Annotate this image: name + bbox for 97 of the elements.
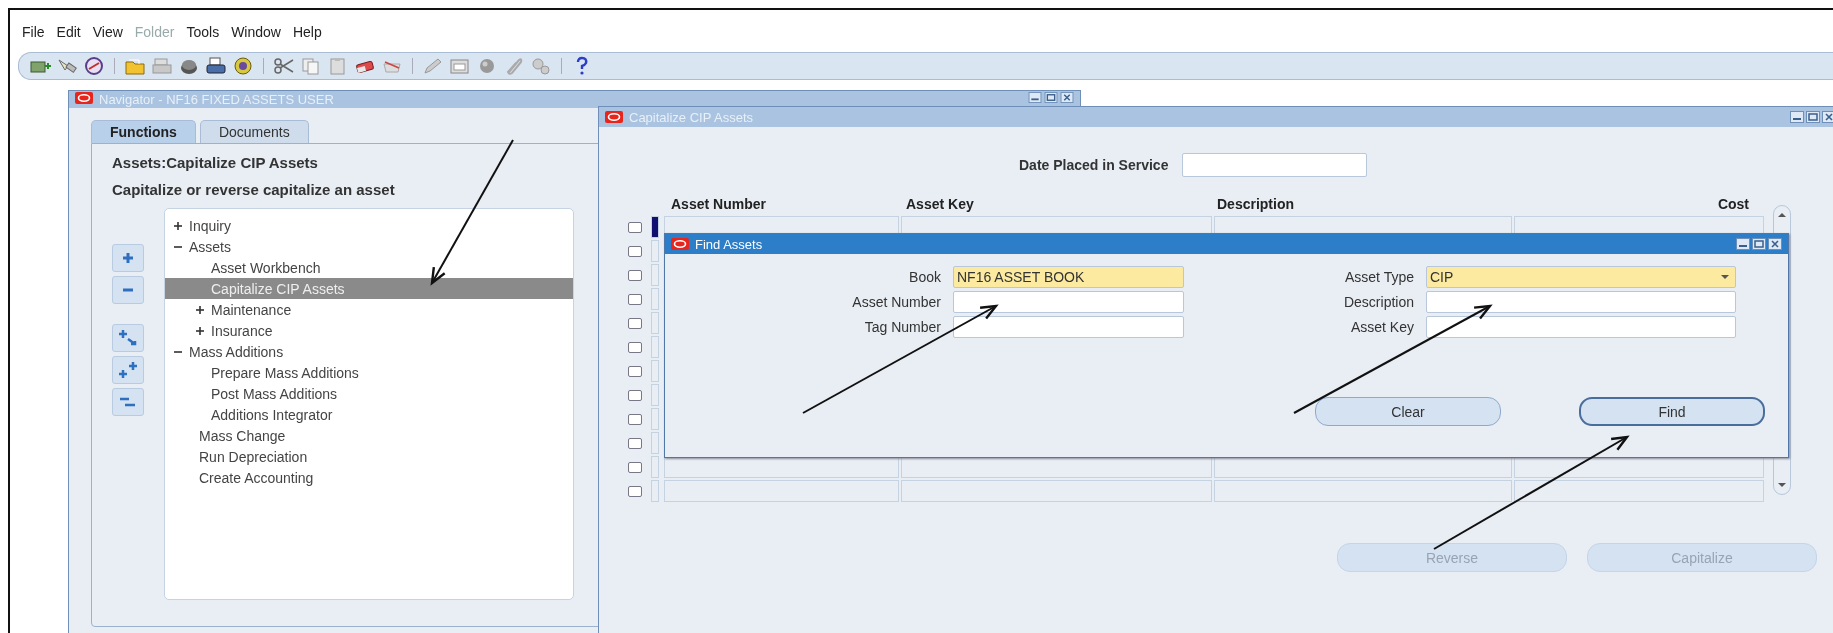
gears-icon[interactable] [530,56,552,76]
window-icon[interactable] [449,56,471,76]
field-label: Asset Number [851,294,941,310]
tab[interactable]: Documents [199,120,309,143]
field-label: Asset Type [1344,269,1414,285]
expand-button[interactable] [112,244,144,272]
tree-item[interactable]: Create Accounting [165,467,573,488]
maximize-icon[interactable] [1752,238,1766,250]
column-header: Description [1217,196,1294,212]
input-field[interactable] [1426,291,1736,313]
tree-item[interactable]: Asset Workbench [165,257,573,278]
row-checkbox[interactable] [628,461,642,473]
plus-icon [121,251,135,265]
tree-item[interactable]: Mass Additions [165,341,573,362]
field-label: Description [1342,294,1414,310]
badge-icon[interactable] [232,56,254,76]
close-icon[interactable] [1060,92,1074,103]
row-checkbox[interactable] [628,365,642,377]
copy-icon[interactable] [300,56,322,76]
row-checkbox[interactable] [628,413,642,425]
collapse-button[interactable] [112,276,144,304]
maximize-icon[interactable] [1044,92,1058,103]
plus-icon[interactable] [195,304,205,315]
expand-all-button[interactable] [112,356,144,384]
field-label: Tag Number [863,319,941,335]
menu-item[interactable]: File [22,24,45,46]
column-header: Asset Key [906,196,974,212]
plus-icon[interactable] [173,220,183,231]
table-cell[interactable] [1214,480,1512,502]
table-cell[interactable] [1214,456,1512,478]
table-cell[interactable] [901,480,1212,502]
menu-item[interactable]: Window [231,24,281,46]
table-cell[interactable] [1514,480,1764,502]
row-checkbox[interactable] [628,389,642,401]
table-cell[interactable] [664,480,899,502]
tree-item[interactable]: Additions Integrator [165,404,573,425]
row-checkbox[interactable] [628,221,642,233]
plus-arrow-icon [117,329,139,347]
tree-item[interactable]: Maintenance [165,299,573,320]
window-logo-icon [605,111,623,123]
window-logo-icon [671,238,689,250]
menu-item[interactable]: Help [292,24,322,46]
date-field[interactable] [1182,153,1368,177]
row-checkbox[interactable] [628,341,642,353]
row-checkbox[interactable] [628,437,642,449]
menu-item[interactable]: Tools [186,24,220,46]
maximize-icon[interactable] [1806,111,1820,123]
field-label: Date Placed in Service [1019,157,1169,173]
tree-item[interactable]: Inquiry [165,215,573,236]
printer-icon[interactable] [205,56,227,76]
function-heading: Assets:Capitalize CIP Assets [112,154,318,171]
table-cell[interactable] [664,456,899,478]
dropdown-field[interactable]: CIP [1426,266,1736,288]
window-title: Navigator - NF16 FIXED ASSETS USER [99,92,335,107]
row-checkbox[interactable] [628,317,642,329]
field-label: Asset Key [1349,319,1414,335]
window-logo-icon [75,92,93,104]
tree-item[interactable]: Insurance [165,320,573,341]
tab[interactable]: Functions [91,120,196,143]
column-header: Asset Number [671,196,766,212]
plus-icon[interactable] [195,325,205,336]
dialog-button[interactable]: Find [1579,397,1765,426]
tree-item[interactable]: Prepare Mass Additions [165,362,573,383]
tree-item[interactable]: Mass Change [165,425,573,446]
tree-item[interactable]: Assets [165,236,573,257]
compass-icon[interactable] [83,56,105,76]
minimize-icon[interactable] [1790,111,1804,123]
expand-branch-button[interactable] [112,324,144,352]
column-header: Cost [1717,196,1749,212]
input-field[interactable]: NF16 ASSET BOOK [953,266,1184,288]
minimize-icon[interactable] [1736,238,1750,250]
tree-item[interactable]: Run Depreciation [165,446,573,467]
input-field[interactable] [1426,316,1736,338]
dialog-button[interactable]: Clear [1315,397,1501,426]
field-label: Book [908,269,941,285]
window-title: Capitalize CIP Assets [629,109,755,125]
row-checkbox[interactable] [628,485,642,497]
double-plus-icon [117,361,139,379]
function-description: Capitalize or reverse capitalize an asset [112,181,395,198]
minimize-icon[interactable] [1028,92,1042,103]
menu-item[interactable]: Edit [56,24,81,46]
tree-item[interactable]: Post Mass Additions [165,383,573,404]
scissors-icon[interactable] [273,56,295,76]
row-checkbox[interactable] [628,269,642,281]
close-icon[interactable] [1822,111,1833,123]
menu-item[interactable]: View [92,24,123,46]
input-field[interactable] [953,316,1184,338]
record-indicator[interactable] [651,216,659,238]
row-checkbox[interactable] [628,293,642,305]
collapse-all-button[interactable] [112,388,144,416]
table-cell[interactable] [901,456,1212,478]
row-checkbox[interactable] [628,245,642,257]
folder-icon[interactable] [124,56,146,76]
close-icon[interactable] [1768,238,1782,250]
input-field[interactable] [953,291,1184,313]
pencil-icon[interactable] [422,56,444,76]
window-title: Find Assets [695,236,764,252]
